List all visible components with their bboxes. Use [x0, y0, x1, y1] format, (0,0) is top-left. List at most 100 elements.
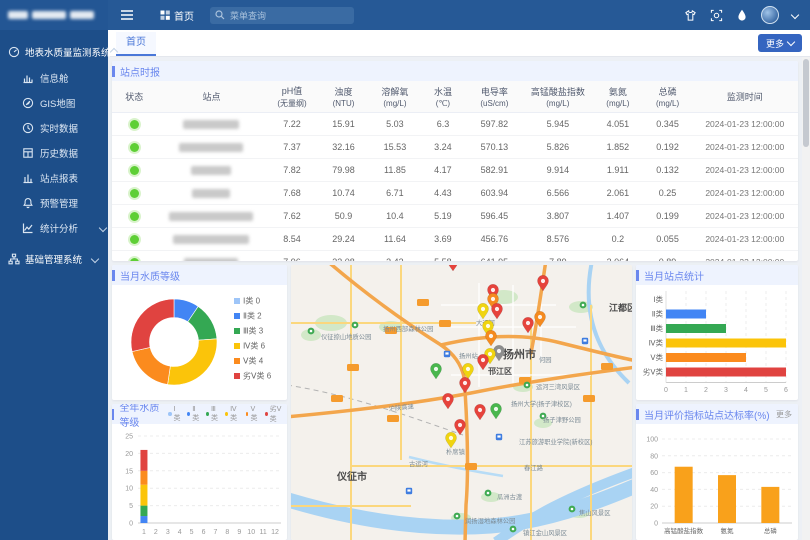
svg-text:20: 20	[650, 504, 658, 511]
table-cell: 50.9	[318, 205, 369, 228]
monitor-time-cell: 2024-01-23 12:00:00	[692, 113, 798, 136]
more-button[interactable]: 更多	[758, 34, 802, 52]
compliance-bar-氨氮[interactable]	[718, 475, 736, 523]
table-cell: 7.22	[266, 113, 317, 136]
transport-poi-icon	[444, 351, 450, 357]
table-cell: 641.95	[465, 251, 523, 262]
scrollbar-thumb[interactable]	[803, 59, 809, 147]
svg-text:5: 5	[764, 387, 768, 394]
breadcrumb-home[interactable]: 首页	[160, 8, 194, 23]
column-header-浊度: 浊度(NTU)	[318, 81, 369, 113]
sidebar-group-base-management[interactable]: 基础管理系统	[0, 246, 108, 272]
svg-text:25: 25	[125, 434, 133, 441]
map-poi-label: 何园	[539, 355, 552, 364]
monthly-station-stats-panel: 当月站点统计 0123456Ⅰ类Ⅱ类Ⅲ类Ⅳ类Ⅴ类劣Ⅴ类	[636, 265, 798, 400]
table-cell: 7.68	[266, 182, 317, 205]
sidebar-item-统计分析[interactable]: 统计分析	[0, 215, 108, 240]
user-avatar[interactable]	[761, 6, 779, 24]
table-cell: 6.3	[421, 113, 466, 136]
stack-segment-Ⅴ类[interactable]	[140, 471, 147, 485]
table-cell: 2.061	[592, 182, 643, 205]
hamburger-menu-icon[interactable]	[120, 9, 134, 21]
table-row: 7.8279.9811.854.17582.919.9141.9110.1322…	[112, 159, 798, 182]
stack-segment-劣Ⅴ类[interactable]	[140, 450, 147, 471]
status-dot-normal	[130, 143, 139, 152]
bar-chart-icon	[22, 172, 34, 184]
panel-title-bar: 站点时报	[112, 61, 798, 81]
stack-segment-Ⅲ类[interactable]	[140, 506, 147, 516]
compliance-more-link[interactable]: 更多	[776, 409, 792, 420]
column-header-电导率: 电导率(uS/cm)	[465, 81, 523, 113]
park-poi-icon	[510, 526, 517, 533]
annual-grade-chart: 0510152025123456789101112	[112, 424, 287, 538]
theme-shirt-icon[interactable]	[684, 9, 697, 22]
stack-segment-Ⅱ类[interactable]	[140, 516, 147, 523]
column-header-pH值: pH值(无量纲)	[266, 81, 317, 113]
svg-text:10: 10	[125, 486, 133, 493]
svg-text:总磷: 总磷	[764, 526, 778, 535]
svg-text:12: 12	[271, 529, 279, 536]
map-city-label: 仪征市	[336, 470, 367, 483]
svg-text:Ⅲ类: Ⅲ类	[650, 323, 663, 333]
hbar-Ⅲ类[interactable]	[666, 324, 726, 333]
status-dot-normal	[130, 258, 139, 261]
sidebar-item-信息舱[interactable]: 信息舱	[0, 65, 108, 90]
monitor-time-cell: 2024-01-23 12:00:00	[692, 251, 798, 262]
menu-search-input[interactable]	[210, 7, 354, 24]
map-poi-label: 扬州西部森林公园	[383, 324, 433, 333]
donut-slice-劣Ⅴ类[interactable]	[131, 299, 174, 352]
map-poi-label: 扬州大学(扬子津校区)	[511, 399, 572, 408]
sidebar-item-GIS地图[interactable]: GIS地图	[0, 90, 108, 115]
hbar-Ⅱ类[interactable]	[666, 310, 706, 319]
city-map[interactable]: 仪征捺山地质公园扬州西部森林公园大运河何园运河三湾风景区扬州大学(扬子津校区)扬…	[291, 265, 632, 540]
chevron-down-icon[interactable]	[791, 11, 799, 19]
table-cell: 4.051	[592, 113, 643, 136]
tab-home[interactable]: 首页	[116, 32, 156, 56]
table-cell: 0.345	[644, 113, 692, 136]
donut-slice-Ⅳ类[interactable]	[168, 339, 217, 385]
hbar-劣Ⅴ类[interactable]	[666, 368, 786, 377]
legend-item: Ⅱ类	[187, 405, 200, 423]
station-name-redacted	[183, 120, 239, 129]
svg-text:100: 100	[646, 437, 658, 444]
compliance-bar-高锰酸盐指数[interactable]	[675, 467, 693, 523]
park-poi-icon	[569, 506, 576, 513]
donut-slice-Ⅴ类[interactable]	[132, 347, 170, 384]
station-name-redacted	[169, 212, 253, 221]
status-dot-normal	[130, 166, 139, 175]
screenshot-icon[interactable]	[710, 9, 723, 22]
hbar-Ⅴ类[interactable]	[666, 353, 746, 362]
table-cell: 5.826	[524, 136, 593, 159]
sidebar-item-站点报表[interactable]: 站点报表	[0, 165, 108, 190]
sidebar-item-label: 统计分析	[40, 221, 78, 235]
sidebar-item-实时数据[interactable]: 实时数据	[0, 115, 108, 140]
svg-text:高锰酸盐指数: 高锰酸盐指数	[664, 526, 704, 535]
map-poi-label: 扬子津野公园	[543, 415, 581, 424]
clock-icon	[22, 122, 34, 134]
more-button-label: 更多	[766, 37, 784, 50]
map-panel[interactable]: 仪征捺山地质公园扬州西部森林公园大运河何园运河三湾风景区扬州大学(扬子津校区)扬…	[291, 265, 632, 540]
map-city-label: 扬州市	[503, 347, 536, 361]
sidebar-group-surface-water-system[interactable]: 地表水质量监测系统	[0, 39, 108, 65]
svg-text:11: 11	[259, 529, 266, 536]
sidebar-item-历史数据[interactable]: 历史数据	[0, 140, 108, 165]
sidebar-item-label: 站点报表	[40, 171, 78, 185]
table-cell: 5.945	[524, 113, 593, 136]
station-report-panel: 站点时报 状态站点pH值(无量纲)浊度(NTU)溶解氧(mg/L)水温(℃)电导…	[112, 61, 798, 261]
table-row: 7.9633.083.435.58641.957.893.0640.892024…	[112, 251, 798, 262]
water-drop-icon[interactable]	[736, 9, 748, 22]
stack-segment-Ⅳ类[interactable]	[140, 485, 147, 506]
hbar-Ⅳ类[interactable]	[666, 339, 786, 348]
compliance-bar-总磷[interactable]	[761, 487, 779, 523]
sidebar-item-预警管理[interactable]: 预警管理	[0, 190, 108, 215]
table-cell: 11.85	[369, 159, 420, 182]
status-dot-normal	[130, 235, 139, 244]
table-cell: 5.58	[421, 251, 466, 262]
table-cell: 582.91	[465, 159, 523, 182]
table-cell: 7.37	[266, 136, 317, 159]
compass-icon	[22, 97, 34, 109]
table-cell: 8.54	[266, 228, 317, 251]
station-name-redacted	[173, 235, 249, 244]
legend-label: Ⅴ类 4	[243, 356, 264, 366]
table-cell: 456.76	[465, 228, 523, 251]
